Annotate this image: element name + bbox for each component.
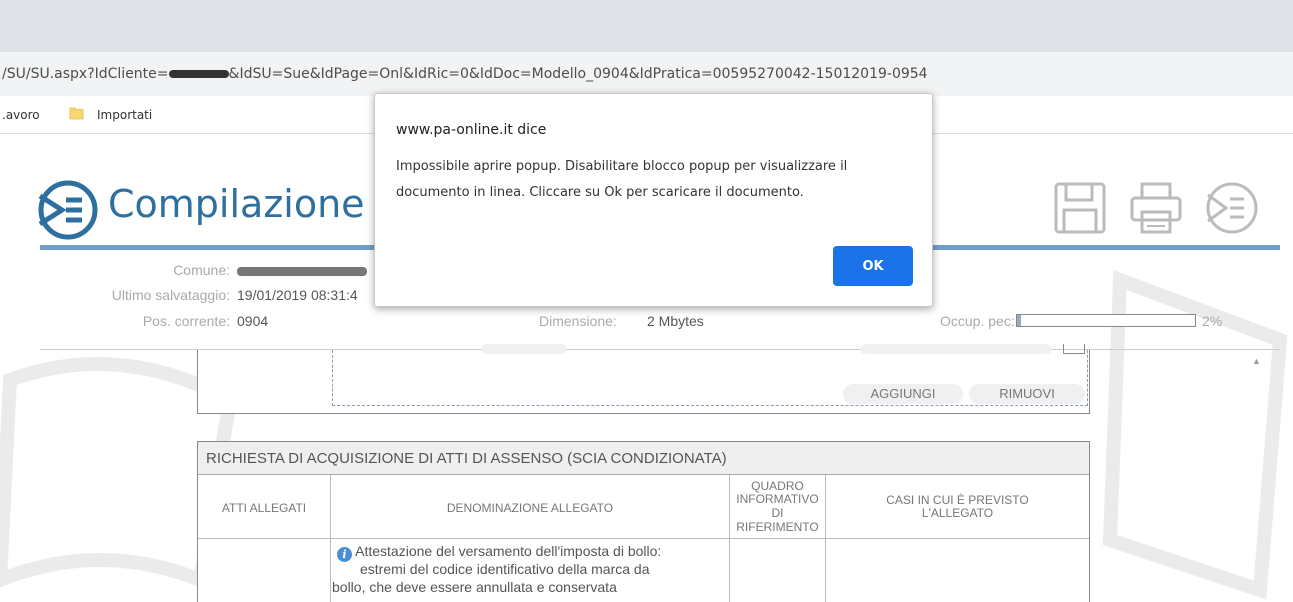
bookmark-importati[interactable]: Importati: [97, 108, 152, 122]
current-position-label: Pos. corrente:: [142, 313, 230, 329]
table-row-text: i Attestazione del versamento dell'impos…: [337, 542, 661, 562]
remove-button[interactable]: RIMUOVI: [969, 384, 1085, 404]
browser-tab-strip: [0, 0, 1293, 52]
dialog-message-line2: documento in linea. Cliccare su Ok per s…: [396, 185, 804, 200]
add-button[interactable]: AGGIUNGI: [843, 384, 963, 404]
header-denominazione: DENOMINAZIONE ALLEGATO: [446, 501, 614, 515]
header-casi-line2: L'ALLEGATO: [921, 506, 994, 520]
attach-button-partial[interactable]: [860, 344, 1052, 354]
checkbox-partial[interactable]: [1063, 344, 1085, 354]
last-saved-label: Ultimo salvataggio:: [111, 287, 230, 303]
occupancy-value: 2%: [1202, 313, 1223, 329]
size-label: Dimensione:: [539, 313, 617, 329]
ok-button[interactable]: OK: [833, 246, 913, 286]
header-atti-allegati: ATTI ALLEGATI: [221, 501, 307, 515]
header-row-divider: [198, 538, 1089, 539]
header-quadro-line4: RIFERIMENTO: [736, 520, 819, 534]
choose-file-button-partial[interactable]: [481, 344, 567, 354]
row-line3: bollo, che deve essere annullata e conse…: [332, 579, 617, 595]
header-casi-line1: CASI IN CUI È PREVISTO: [886, 493, 1029, 507]
document-logo-icon: [38, 180, 98, 240]
last-saved-value: 19/01/2019 08:31:4: [237, 287, 358, 303]
url-prefix: /SU/SU.aspx?IdCliente=: [2, 66, 169, 82]
info-icon[interactable]: i: [337, 547, 352, 562]
watermark-graphic-right: [1102, 270, 1288, 600]
save-icon[interactable]: [1052, 180, 1108, 236]
comune-label: Comune:: [173, 262, 230, 278]
dialog-title: www.pa-online.it dice: [396, 122, 547, 138]
header-quadro-line2: INFORMATIVO: [736, 492, 819, 506]
url-suffix: &IdSU=Sue&IdPage=Onl&IdRic=0&IdDoc=Model…: [228, 66, 928, 82]
occupancy-progress-bar: [1016, 314, 1196, 327]
occupancy-label: Occup. pec:: [940, 313, 1015, 329]
dialog-message-line1: Impossibile aprire popup. Disabilitare b…: [396, 159, 848, 174]
redacted-comune: [237, 266, 367, 276]
print-icon[interactable]: [1128, 180, 1184, 236]
comune-value: [237, 262, 367, 278]
document-menu-icon[interactable]: [1204, 180, 1260, 236]
redacted-id: [168, 70, 229, 78]
row-line1: Attestazione del versamento dell'imposta…: [355, 543, 662, 559]
header-quadro-line1: QUADRO: [751, 479, 804, 493]
dialog-message: Impossibile aprire popup. Disabilitare b…: [396, 154, 916, 206]
folder-icon: [69, 107, 84, 120]
table-title: RICHIESTA DI ACQUISIZIONE DI ATTI DI ASS…: [198, 442, 1089, 475]
bookmark-lavoro[interactable]: .avoro: [2, 108, 40, 122]
url-text[interactable]: /SU/SU.aspx?IdCliente= &IdSU=Sue&IdPage=O…: [2, 66, 928, 82]
alert-dialog: www.pa-online.it dice Impossibile aprire…: [374, 93, 933, 307]
scroll-up-arrow[interactable]: ▲: [1252, 356, 1261, 366]
header-quadro-line3: DI: [771, 506, 784, 520]
page-title: Compilazione i: [108, 182, 388, 226]
size-value: 2 Mbytes: [647, 313, 704, 329]
occupancy-progress-fill: [1017, 315, 1021, 326]
row-line2: estremi del codice identificativo della …: [360, 561, 650, 577]
current-position-value: 0904: [237, 313, 269, 329]
